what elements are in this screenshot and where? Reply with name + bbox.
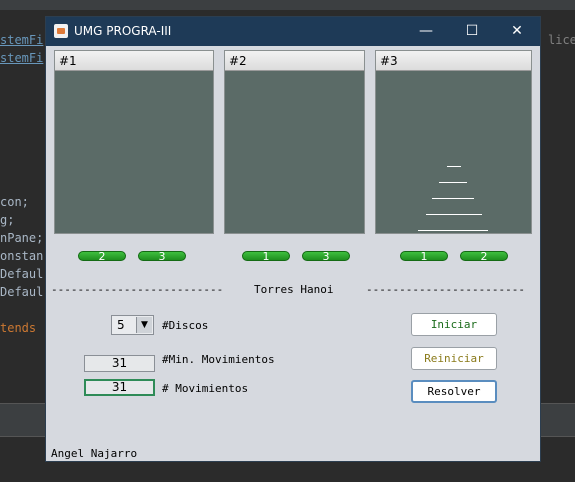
ide-code-line: Defaul bbox=[0, 285, 44, 299]
iniciar-button[interactable]: Iniciar bbox=[411, 313, 497, 336]
ide-code-line: stemFi bbox=[0, 33, 44, 47]
ide-code-line: onstan bbox=[0, 249, 44, 263]
movements-field[interactable]: 31 bbox=[84, 379, 155, 396]
ide-right-text: lice bbox=[548, 33, 575, 47]
minimize-button[interactable]: — bbox=[403, 17, 449, 46]
java-app-icon bbox=[54, 24, 68, 38]
movements-label: # Movimientos bbox=[162, 382, 249, 395]
ide-code-line: stemFi bbox=[0, 51, 44, 65]
maximize-button[interactable]: ☐ bbox=[449, 17, 495, 46]
tower-3-label: #3 bbox=[376, 51, 531, 71]
disk-1 bbox=[447, 166, 461, 167]
tower-1-label: #1 bbox=[55, 51, 213, 71]
move-1-to-3-button[interactable]: 3 bbox=[138, 251, 186, 262]
min-movements-field[interactable]: 31 bbox=[84, 355, 155, 372]
move-2-to-1-button[interactable]: 1 bbox=[242, 251, 290, 262]
hanoi-window: UMG PROGRA-III — ☐ ✕ #1 #2 #3 2 3 1 3 1 … bbox=[45, 16, 541, 462]
separator-left: -------------------------- bbox=[51, 283, 224, 296]
ide-code-line: con; bbox=[0, 195, 29, 209]
discos-value: 5 bbox=[117, 318, 125, 332]
disk-4 bbox=[426, 214, 482, 215]
disk-3 bbox=[432, 198, 474, 199]
ide-toolbar bbox=[0, 0, 575, 10]
window-title: UMG PROGRA-III bbox=[74, 24, 172, 38]
disk-2 bbox=[439, 182, 467, 183]
resolver-button[interactable]: Resolver bbox=[411, 380, 497, 403]
tower-3: #3 bbox=[375, 50, 532, 234]
discos-label: #Discos bbox=[162, 319, 209, 332]
min-movements-label: #Min. Movimientos bbox=[162, 353, 275, 366]
disk-5 bbox=[418, 230, 488, 231]
separator-right: ------------------------ bbox=[366, 283, 525, 296]
move-3-to-1-button[interactable]: 1 bbox=[400, 251, 448, 262]
ide-code-line: g; bbox=[0, 213, 15, 227]
close-button[interactable]: ✕ bbox=[494, 17, 540, 46]
tower-1: #1 bbox=[54, 50, 214, 234]
ide-code-line: Defaul bbox=[0, 267, 44, 281]
discos-select[interactable]: 5 ▼ bbox=[111, 315, 154, 335]
game-title: Torres Hanoi bbox=[254, 283, 334, 296]
move-3-to-2-button[interactable]: 2 bbox=[460, 251, 508, 262]
chevron-down-icon[interactable]: ▼ bbox=[136, 317, 152, 333]
ide-code-line: tends bbox=[0, 321, 37, 335]
tower-2: #2 bbox=[224, 50, 365, 234]
move-1-to-2-button[interactable]: 2 bbox=[78, 251, 126, 262]
author-label: Angel Najarro bbox=[51, 447, 138, 460]
ide-code-line: nPane; bbox=[0, 231, 44, 245]
reiniciar-button[interactable]: Reiniciar bbox=[411, 347, 497, 370]
move-2-to-3-button[interactable]: 3 bbox=[302, 251, 350, 262]
tower-2-label: #2 bbox=[225, 51, 364, 71]
title-bar[interactable]: UMG PROGRA-III — ☐ ✕ bbox=[46, 17, 540, 46]
